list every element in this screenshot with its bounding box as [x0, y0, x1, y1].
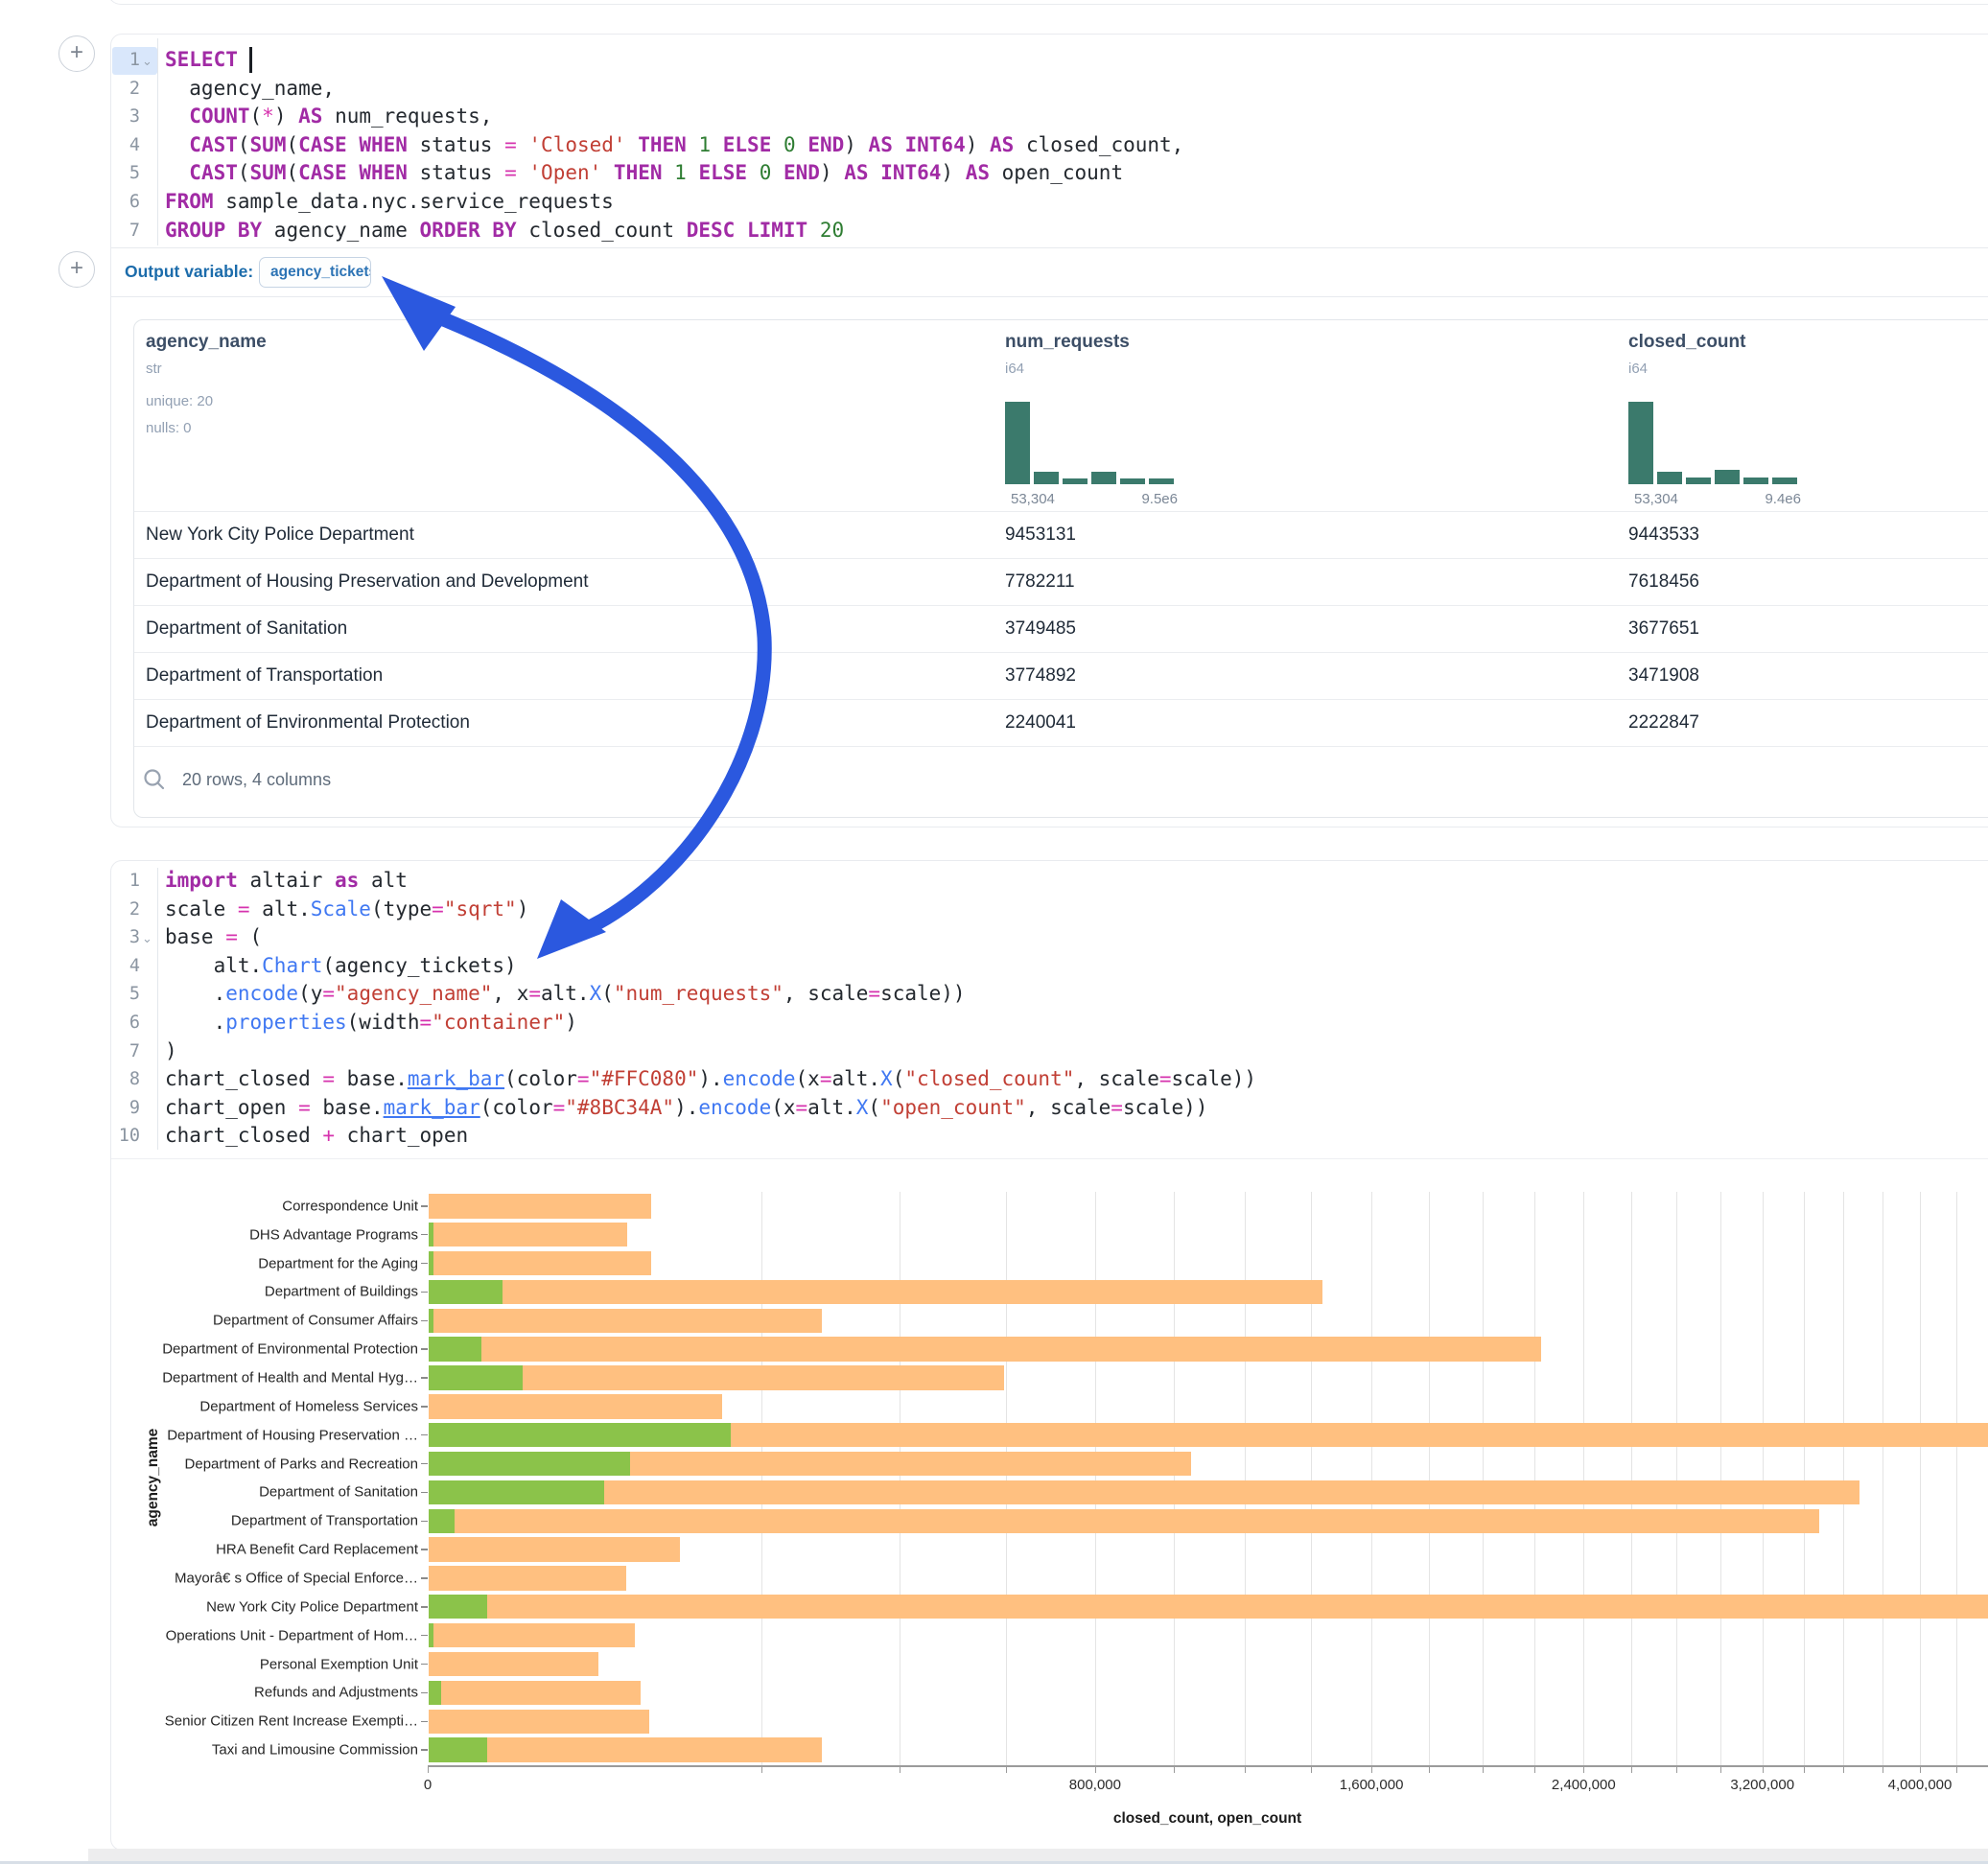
notebook-page: + + 1⌄SELECT 2 agency_name,3 COUNT(*) AS…: [0, 0, 1988, 1864]
annotation-arrow: [0, 0, 1988, 1864]
